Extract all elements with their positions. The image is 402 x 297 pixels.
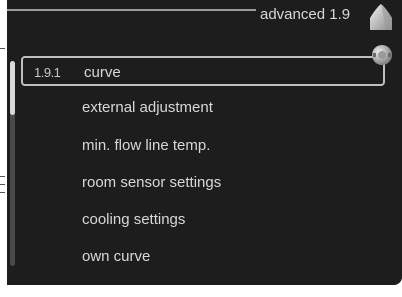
margin-tick — [0, 192, 5, 193]
margin-tick — [0, 184, 5, 185]
margin-tick — [0, 176, 5, 177]
menu-item-label: room sensor settings — [82, 174, 222, 191]
menu-item-own-curve[interactable]: own curve — [21, 242, 385, 272]
menu-item-min-flow-line-temp[interactable]: min. flow line temp. — [21, 131, 385, 161]
house-icon — [366, 2, 396, 32]
menu-item-label: external adjustment — [82, 99, 213, 116]
page-title: advanced 1.9 — [260, 6, 351, 23]
menu-item-room-sensor-settings[interactable]: room sensor settings — [21, 168, 385, 198]
menu-item-label: own curve — [82, 248, 151, 265]
control-knob-icon — [370, 43, 394, 67]
screen: advanced 1.9 1.9.1 curve external adjust… — [0, 0, 402, 297]
menu-item-curve[interactable]: 1.9.1 curve — [21, 56, 385, 86]
margin-tick — [0, 48, 5, 49]
header-divider — [7, 9, 256, 11]
menu-item-label: cooling settings — [82, 211, 186, 228]
menu-item-number: 1.9.1 — [34, 65, 61, 80]
menu-item-label: min. flow line temp. — [82, 137, 211, 154]
menu-item-external-adjustment[interactable]: external adjustment — [21, 93, 385, 123]
menu-item-cooling-settings[interactable]: cooling settings — [21, 205, 385, 235]
menu-item-label: curve — [84, 64, 121, 81]
display-panel: advanced 1.9 1.9.1 curve external adjust… — [7, 0, 402, 285]
scrollbar-thumb[interactable] — [10, 61, 15, 115]
